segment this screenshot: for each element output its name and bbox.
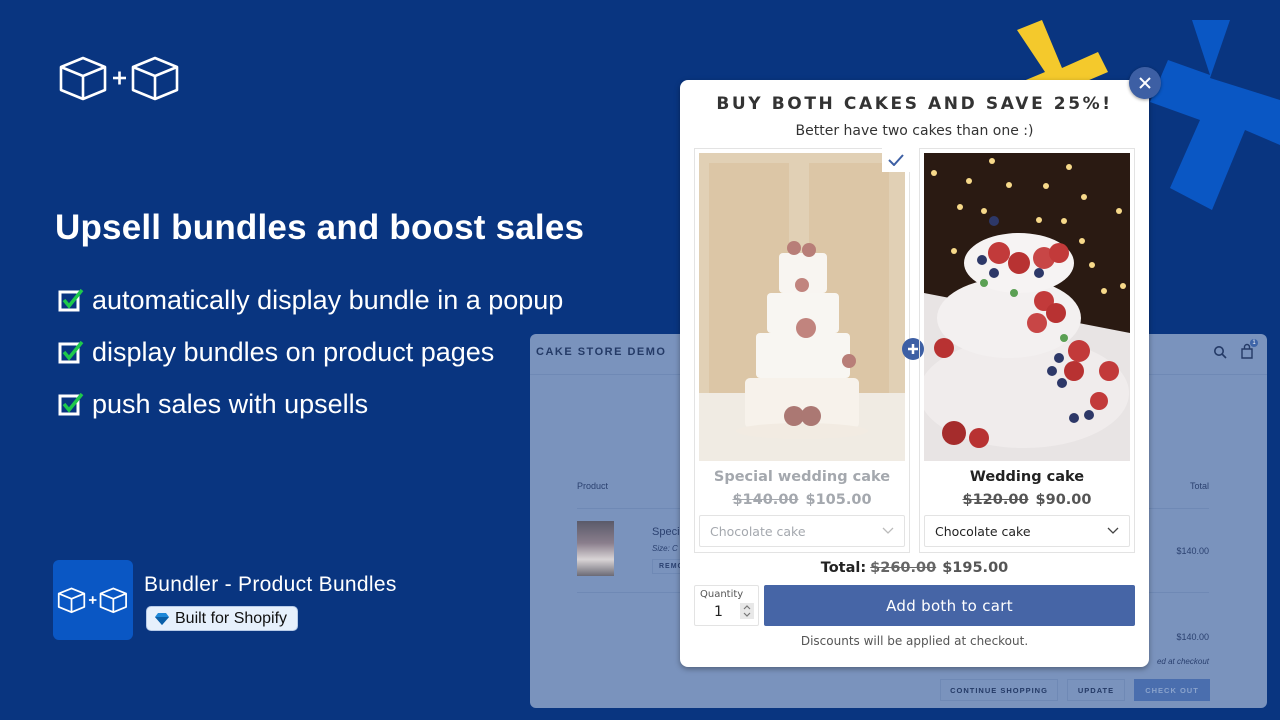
chevron-down-icon <box>1107 527 1119 534</box>
bundle-popup: BUY BOTH CAKES AND SAVE 25%! Better have… <box>680 80 1149 667</box>
product-name: Special wedding cake <box>713 469 891 485</box>
popup-title: BUY BOTH CAKES AND SAVE 25%! <box>716 94 1113 114</box>
checked-box-icon <box>58 340 84 364</box>
product-image[interactable] <box>699 153 905 461</box>
berry-cake-photo <box>924 153 1130 461</box>
discounted-price: $105.00 <box>805 492 872 508</box>
bundle-total: Total: $260.00 $195.00 <box>680 560 1149 576</box>
variant-select[interactable]: Chocolate cake <box>924 515 1130 547</box>
original-price: $120.00 <box>962 492 1029 508</box>
feature-label: display bundles on product pages <box>92 336 495 367</box>
product-price: $140.00 $105.00 <box>695 492 909 508</box>
discounted-price: $90.00 <box>1035 492 1092 508</box>
feature-item: automatically display bundle in a popup <box>58 274 563 326</box>
feature-label: automatically display bundle in a popup <box>92 284 564 315</box>
cart-count-badge: 1 <box>1250 339 1258 347</box>
selected-checkmark-icon[interactable] <box>882 148 910 172</box>
add-both-to-cart-button[interactable]: Add both to cart <box>764 585 1135 626</box>
cart-item-size: Size: C <box>652 544 678 553</box>
continue-shopping-button[interactable]: CONTINUE SHOPPING <box>940 679 1058 701</box>
feature-label: push sales with upsells <box>92 388 369 419</box>
checkout-note: ed at checkout <box>1156 657 1209 666</box>
diamond-icon <box>155 612 169 625</box>
feature-list: automatically display bundle in a popup … <box>58 274 563 430</box>
cart-item-name[interactable]: Speci <box>652 526 680 538</box>
spinner-arrows-icon[interactable] <box>740 603 754 619</box>
update-button[interactable]: UPDATE <box>1067 679 1125 701</box>
product-thumbnail[interactable] <box>577 521 614 576</box>
cart-subtotal: $140.00 <box>1176 632 1209 642</box>
checkout-button[interactable]: CHECK OUT <box>1134 679 1210 701</box>
app-icon <box>53 560 133 640</box>
variant-select[interactable]: Chocolate cake <box>699 515 905 547</box>
store-title: CAKE STORE DEMO <box>536 346 667 358</box>
decorative-shape <box>1150 20 1280 210</box>
total-discounted-price: $195.00 <box>942 560 1009 576</box>
total-original-price: $260.00 <box>870 560 937 576</box>
column-header-total: Total <box>1189 481 1209 491</box>
product-name: Wedding cake <box>969 469 1085 485</box>
badge-label: Built for Shopify <box>175 609 288 627</box>
product-price: $120.00 $90.00 <box>920 492 1134 508</box>
decorative-shape <box>1001 20 1108 90</box>
discount-disclaimer: Discounts will be applied at checkout. <box>800 634 1029 648</box>
checked-box-icon <box>58 288 84 312</box>
close-button[interactable] <box>1129 67 1161 99</box>
search-icon[interactable] <box>1213 345 1227 359</box>
column-header-product: Product <box>577 481 609 491</box>
feature-item: push sales with upsells <box>58 378 563 430</box>
built-for-shopify-badge: Built for Shopify <box>146 606 299 631</box>
quantity-label: Quantity <box>700 589 744 600</box>
variant-value: Chocolate cake <box>710 523 806 539</box>
close-icon <box>1139 77 1151 89</box>
feature-item: display bundles on product pages <box>58 326 563 378</box>
product-image[interactable] <box>924 153 1130 461</box>
original-price: $140.00 <box>732 492 799 508</box>
bundler-logo-icon <box>59 56 179 101</box>
quantity-input[interactable]: 1 <box>714 604 723 620</box>
bundle-product-card[interactable]: Wedding cake $120.00 $90.00 Chocolate cak… <box>919 148 1135 553</box>
cart-item-price: $140.00 <box>1176 546 1209 556</box>
bundler-logo-icon <box>57 587 127 614</box>
popup-subtitle: Better have two cakes than one :) <box>795 123 1034 139</box>
headline: Upsell bundles and boost sales <box>55 208 585 247</box>
checked-box-icon <box>58 392 84 416</box>
app-name: Bundler - Product Bundles <box>144 573 397 596</box>
chevron-down-icon <box>882 527 894 534</box>
variant-value: Chocolate cake <box>935 523 1031 539</box>
total-label: Total: <box>820 560 867 576</box>
wedding-cake-photo <box>699 153 905 461</box>
bundle-product-card[interactable]: Special wedding cake $140.00 $105.00 Choc… <box>694 148 910 553</box>
quantity-stepper[interactable]: Quantity 1 <box>694 585 759 626</box>
